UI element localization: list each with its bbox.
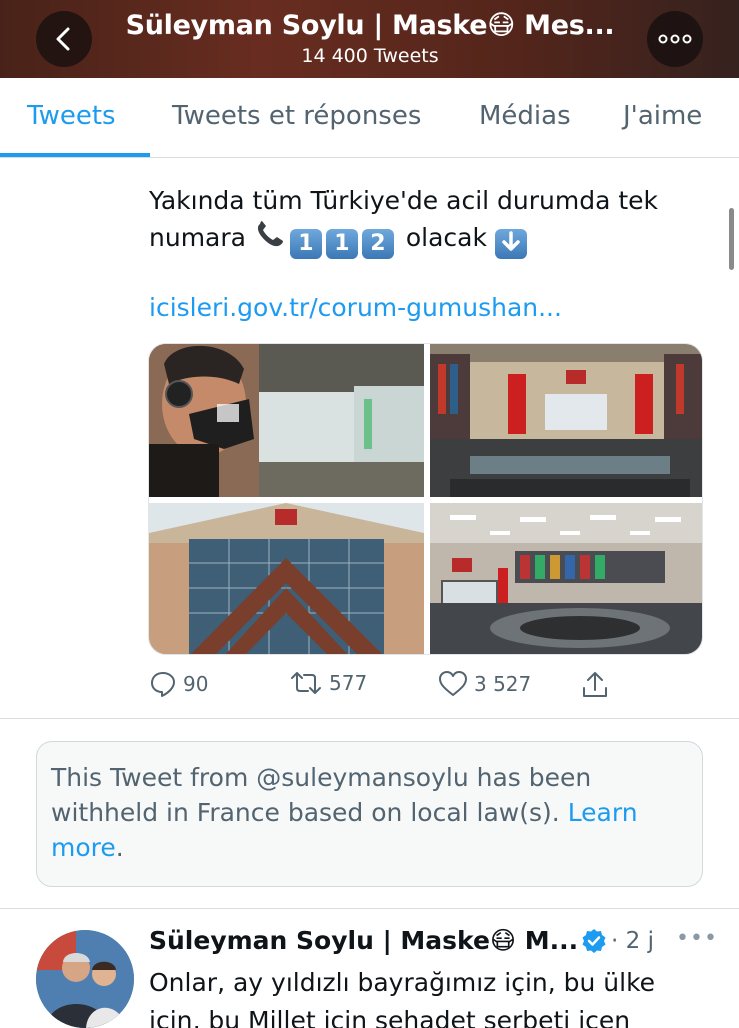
tweet-text-numara: numara xyxy=(149,223,246,252)
tweet-text: Yakında tüm Türkiye'de acil durumda tek … xyxy=(149,182,709,260)
telephone-icon xyxy=(254,220,288,260)
scrollbar[interactable] xyxy=(729,208,734,270)
reply-button[interactable]: 90 xyxy=(149,670,208,698)
media-photo-building[interactable] xyxy=(149,503,424,654)
chevron-left-icon xyxy=(56,27,70,51)
share-icon xyxy=(583,672,607,697)
like-button[interactable]: 3 527 xyxy=(438,670,531,698)
tab-tweets[interactable]: Tweets xyxy=(27,101,116,131)
author-name[interactable]: Süleyman Soylu | Maske😷 M... xyxy=(149,926,578,955)
withheld-notice: This Tweet from @suleymansoylu has been … xyxy=(36,741,703,887)
down-arrow-icon xyxy=(494,229,527,259)
tab-media[interactable]: Médias xyxy=(479,101,571,131)
more-button[interactable] xyxy=(647,11,703,67)
reply-icon xyxy=(151,672,175,697)
withheld-text: This Tweet from @suleymansoylu has been … xyxy=(51,763,592,827)
profile-name-title: Süleyman Soylu | Maske😷 Mes... xyxy=(125,10,615,41)
tweet-media-grid[interactable] xyxy=(148,343,703,655)
retweet-button[interactable]: 577 xyxy=(289,670,367,696)
heart-icon xyxy=(439,671,467,696)
tweet-divider xyxy=(0,718,739,719)
tweet-divider-2 xyxy=(0,908,739,909)
share-button[interactable] xyxy=(580,670,616,700)
withheld-period: . xyxy=(115,833,124,862)
tweet-meta: · 2 j xyxy=(581,928,654,954)
media-photo-operator[interactable] xyxy=(149,344,424,497)
profile-header: Süleyman Soylu | Maske😷 Mes... 14 400 Tw… xyxy=(0,0,739,78)
active-tab-indicator xyxy=(0,153,150,157)
avatar[interactable] xyxy=(36,930,134,1028)
media-photo-control-room[interactable] xyxy=(430,503,702,654)
tab-tweets-and-replies[interactable]: Tweets et réponses xyxy=(172,101,421,131)
tweet-text-olacak: olacak xyxy=(405,223,487,252)
digit-keycap-1: 1 xyxy=(289,229,322,259)
tweet-more-icon[interactable]: ••• xyxy=(676,926,718,951)
reply-count: 90 xyxy=(183,672,209,696)
profile-tabs: Tweets Tweets et réponses Médias J'aime xyxy=(0,78,739,158)
retweet-icon xyxy=(291,672,321,694)
digit-keycap-2: 2 xyxy=(361,229,394,259)
tweet-count: 14 400 Tweets xyxy=(301,45,439,67)
tweet-text-line1: Yakında tüm Türkiye'de acil durumda tek xyxy=(149,186,659,215)
tab-likes[interactable]: J'aime xyxy=(623,101,702,131)
retweet-count: 577 xyxy=(329,671,368,695)
verified-badge-icon xyxy=(582,929,606,953)
back-button[interactable] xyxy=(36,11,92,67)
tweet-link[interactable]: icisleri.gov.tr/corum-gumushan... xyxy=(149,293,562,322)
more-dots-icon xyxy=(658,34,692,44)
like-count: 3 527 xyxy=(474,672,532,696)
tweet-text-line2: numara 112 olacak xyxy=(149,219,709,260)
tweet-text-2: Onlar, ay yıldızlı bayrağımız için, bu ü… xyxy=(149,968,656,1028)
tweet-time: · 2 j xyxy=(611,928,654,954)
tweet-actions: 90 577 3 527 xyxy=(149,670,619,704)
digit-keycap-1b: 1 xyxy=(325,229,358,259)
media-photo-call-center[interactable] xyxy=(430,344,702,497)
